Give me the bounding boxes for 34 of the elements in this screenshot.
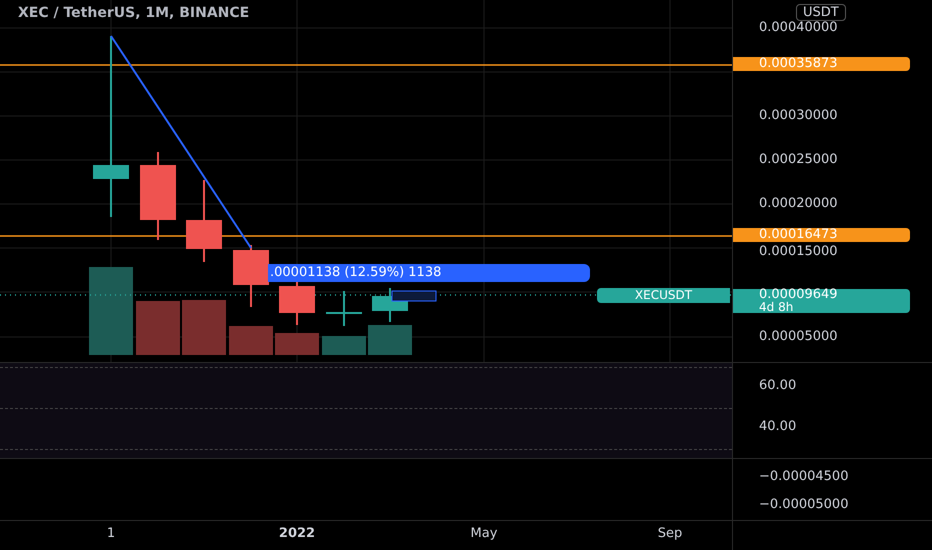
volume-bar <box>229 326 273 355</box>
volume-bar <box>322 336 366 355</box>
price-axis-label: 0.00020000 <box>759 196 838 211</box>
volume-bar <box>275 333 319 355</box>
price-line-label: 0.00016473 <box>733 228 910 242</box>
volume-bar <box>368 325 412 355</box>
trend-line[interactable] <box>110 35 252 249</box>
measure-label: .00001138 (12.59%) 1138 <box>268 264 590 282</box>
time-axis-label: May <box>470 525 498 543</box>
price-axis-label: 0.00005000 <box>759 329 838 344</box>
lower-axis-label: −0.00004500 <box>759 469 848 484</box>
candlestick <box>326 291 362 326</box>
lower-axis-label: −0.00005000 <box>759 497 848 512</box>
price-axis-label: 0.00030000 <box>759 108 838 123</box>
current-price-value: 0.00009649 <box>759 289 839 301</box>
time-axis-label: 1 <box>106 525 116 543</box>
candlestick <box>233 245 269 307</box>
bar-countdown: 4d 8h <box>759 301 794 313</box>
currency-button[interactable]: USDT <box>796 4 846 21</box>
oscillator-axis-label: 40.00 <box>759 419 796 434</box>
horizontal-price-line[interactable] <box>0 235 732 237</box>
price-axis-label: 0.00015000 <box>759 244 838 259</box>
symbol-label: XECUSDT <box>597 288 730 303</box>
price-axis-label: 0.00040000 <box>759 20 838 35</box>
price-line-label: 0.00035873 <box>733 57 910 71</box>
volume-bar <box>182 300 226 355</box>
price-range-box[interactable] <box>392 290 436 302</box>
horizontal-price-line[interactable] <box>0 64 732 66</box>
oscillator-axis-label: 60.00 <box>759 378 796 393</box>
time-axis-label: Sep <box>658 525 682 543</box>
chart-title: XEC / TetherUS, 1M, BINANCE <box>18 4 250 23</box>
price-axis-label: 0.00025000 <box>759 152 838 167</box>
time-axis-label: 2022 <box>278 525 316 543</box>
volume-bar <box>136 301 180 355</box>
